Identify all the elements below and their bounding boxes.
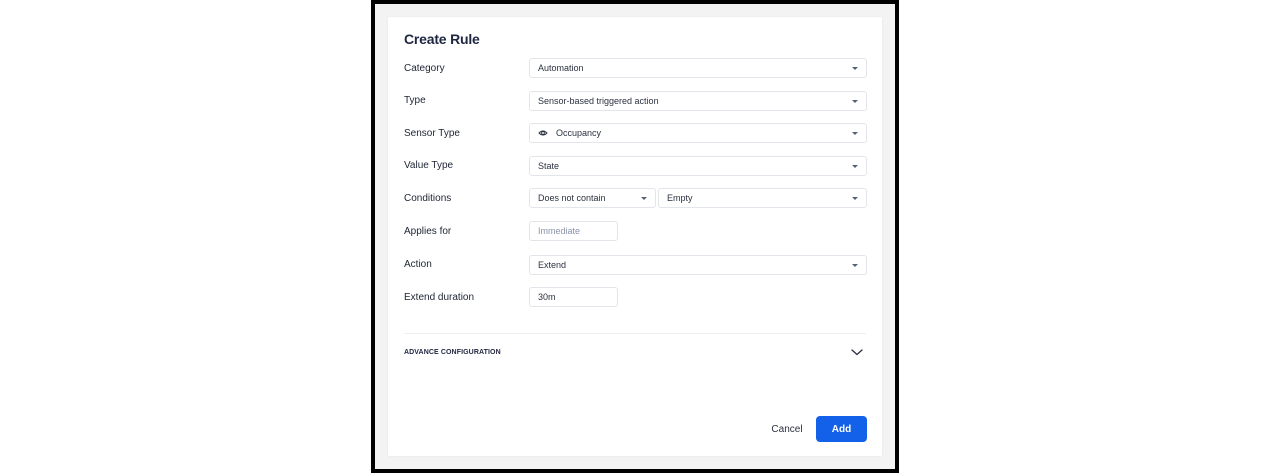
cancel-button[interactable]: Cancel xyxy=(762,417,812,441)
action-select[interactable]: Extend xyxy=(529,255,867,275)
caret-down-icon xyxy=(852,264,858,267)
extend-duration-label: Extend duration xyxy=(404,292,475,303)
condition-value-value: Empty xyxy=(667,193,693,203)
divider xyxy=(404,333,866,334)
conditions-label: Conditions xyxy=(404,193,452,204)
advance-configuration-toggle[interactable]: ADVANCE CONFIGURATION xyxy=(404,349,501,356)
caret-down-icon xyxy=(641,197,647,200)
type-label: Type xyxy=(404,95,426,106)
sensor-type-select[interactable]: Occupancy xyxy=(529,123,867,143)
add-button[interactable]: Add xyxy=(816,416,867,442)
applies-for-input[interactable] xyxy=(529,221,618,241)
category-select-value: Automation xyxy=(538,63,584,73)
caret-down-icon xyxy=(852,100,858,103)
caret-down-icon xyxy=(852,67,858,70)
create-rule-dialog: Create Rule Category Automation Type Sen… xyxy=(388,17,882,456)
category-select[interactable]: Automation xyxy=(529,58,867,78)
sensor-type-label: Sensor Type xyxy=(404,128,460,139)
value-type-select-value: State xyxy=(538,161,560,171)
type-select[interactable]: Sensor-based triggered action xyxy=(529,91,867,111)
dialog-title: Create Rule xyxy=(404,31,480,47)
condition-operator-select[interactable]: Does not contain xyxy=(529,188,656,208)
action-select-value: Extend xyxy=(538,260,567,270)
applies-for-label: Applies for xyxy=(404,226,452,237)
action-label: Action xyxy=(404,259,432,270)
sensor-type-select-value: Occupancy xyxy=(556,128,602,138)
condition-value-select[interactable]: Empty xyxy=(658,188,867,208)
caret-down-icon xyxy=(852,197,858,200)
value-type-label: Value Type xyxy=(404,160,454,171)
chevron-down-icon[interactable] xyxy=(850,347,864,357)
eye-icon xyxy=(538,130,548,136)
type-select-value: Sensor-based triggered action xyxy=(538,96,659,106)
extend-duration-input[interactable] xyxy=(529,287,618,307)
value-type-select[interactable]: State xyxy=(529,156,867,176)
condition-operator-value: Does not contain xyxy=(538,193,606,203)
caret-down-icon xyxy=(852,132,858,135)
category-label: Category xyxy=(404,63,445,74)
caret-down-icon xyxy=(852,165,858,168)
